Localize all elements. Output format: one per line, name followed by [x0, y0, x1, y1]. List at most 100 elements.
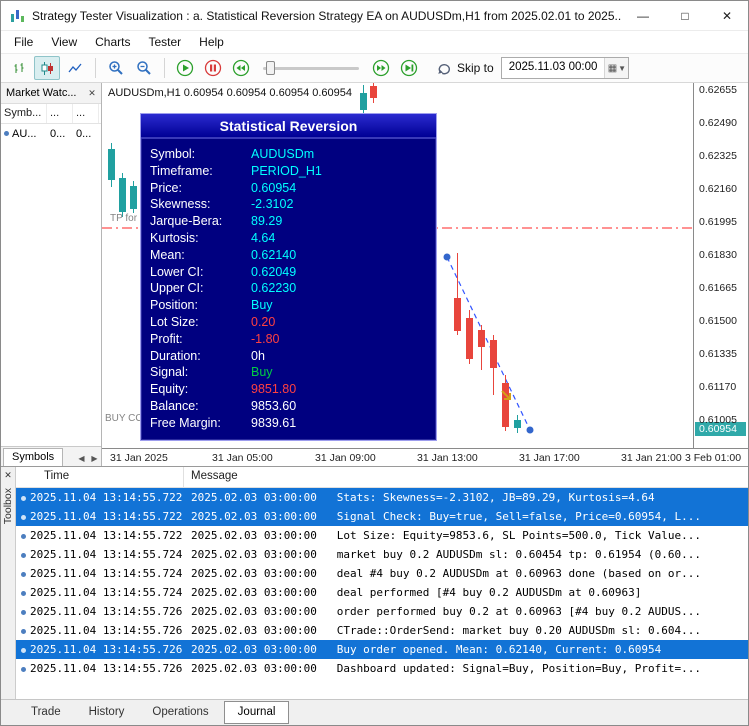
time-axis-label: 31 Jan 09:00 [315, 452, 376, 464]
skip-to-date-combo[interactable]: 2025.11.03 00:00 ▦ ▼ [500, 57, 630, 79]
toolbox-close-icon[interactable]: ✕ [4, 467, 12, 483]
journal-row-message: 2025.02.03 03:00:00 deal #4 buy 0.2 AUDU… [191, 567, 701, 580]
price-axis-label: 0.62325 [699, 150, 737, 162]
chart-line-button[interactable] [62, 56, 88, 80]
skip-to-date-value[interactable]: 2025.11.03 00:00 [502, 58, 605, 78]
time-axis-label: 31 Jan 13:00 [417, 452, 478, 464]
play-button[interactable] [172, 56, 198, 80]
market-watch-tab-arrows: ◀ ▶ [75, 454, 101, 466]
menu-tester[interactable]: Tester [139, 31, 190, 53]
date-dropdown-button[interactable]: ▦ ▼ [604, 58, 629, 78]
journal-row[interactable]: 2025.11.04 13:14:55.722 2025.02.03 03:00:… [16, 526, 748, 545]
dashboard-row-value: 0.62230 [251, 281, 297, 296]
tab-journal[interactable]: Journal [223, 701, 290, 724]
journal-row[interactable]: 2025.11.04 13:14:55.726 2025.02.03 03:00:… [16, 640, 748, 659]
app-icon [11, 9, 24, 22]
skip-arrow-icon [438, 64, 450, 75]
tab-history[interactable]: History [76, 702, 138, 723]
journal-row[interactable]: 2025.11.04 13:14:55.724 2025.02.03 03:00:… [16, 583, 748, 602]
dashboard-row-label: Position: [150, 298, 198, 313]
buy-line-label: BUY CO [105, 413, 144, 424]
tab-symbols[interactable]: Symbols [3, 448, 64, 466]
dashboard-row-label: Jarque-Bera: [150, 214, 223, 229]
journal-rows: 2025.11.04 13:14:55.722 2025.02.03 03:00:… [16, 488, 748, 678]
bars-chart-icon [14, 62, 23, 73]
time-axis-label: 31 Jan 17:00 [519, 452, 580, 464]
time-axis[interactable]: 31 Jan 2025 31 Jan 05:00 31 Jan 09:00 31 Ja… [102, 448, 748, 466]
close-button[interactable]: ✕ [706, 1, 748, 31]
play-icon [176, 59, 194, 77]
dashboard-row-value: Buy [251, 365, 273, 380]
tester-toolbar: Skip to 2025.11.03 00:00 ▦ ▼ [1, 53, 748, 83]
journal-row[interactable]: 2025.11.04 13:14:55.726 2025.02.03 03:00:… [16, 621, 748, 640]
dashboard-row: Duration: 0h [150, 349, 436, 366]
slower-button[interactable] [228, 56, 254, 80]
menu-view[interactable]: View [42, 31, 86, 53]
speed-slider[interactable] [263, 59, 359, 77]
calendar-icon: ▦ [607, 62, 618, 74]
dashboard-row-label: Price: [150, 180, 182, 195]
zoom-in-icon [109, 61, 123, 75]
chart-zone: AUDUSDm,H1 0.60954 0.60954 0.60954 0.609… [102, 83, 748, 466]
dashboard-row-label: Equity: [150, 382, 189, 397]
market-watch-column-2[interactable]: ... [73, 104, 99, 123]
tab-trade[interactable]: Trade [18, 702, 74, 723]
market-watch-column-0[interactable]: Symb... [1, 104, 47, 123]
faster-button[interactable] [368, 56, 394, 80]
menu-charts[interactable]: Charts [86, 31, 139, 53]
candle [514, 415, 521, 433]
journal-row-message: 2025.02.03 03:00:00 market buy 0.2 AUDUS… [191, 548, 701, 561]
maximize-button[interactable]: □ [664, 1, 706, 31]
candle [502, 375, 509, 431]
window-title: Strategy Tester Visualization : a. Stati… [32, 8, 622, 23]
market-watch-close-icon[interactable]: ✕ [85, 88, 99, 99]
deal-line [446, 256, 531, 431]
price-axis[interactable]: 0.60954 0.62655 0.62490 0.62325 0.62160 0.61… [694, 83, 748, 448]
statistics-dashboard: Statistical Reversion Symbol: AUDUSDm Time… [140, 113, 437, 441]
toolbox-label: Toolbox [2, 488, 14, 525]
toolbar-separator [95, 58, 96, 78]
zoom-out-button[interactable] [131, 56, 157, 80]
journal-row[interactable]: 2025.11.04 13:14:55.726 2025.02.03 03:00:… [16, 659, 748, 678]
candlestick-chart-icon [41, 61, 53, 75]
skip-forward-button[interactable] [396, 56, 422, 80]
journal-bullet-icon [16, 643, 30, 656]
menu-file[interactable]: File [5, 31, 42, 53]
journal-bullet-icon [16, 491, 30, 504]
dashboard-row-label: Upper CI: [150, 281, 204, 296]
zoom-in-button[interactable] [103, 56, 129, 80]
chart-bars-button[interactable] [6, 56, 32, 80]
journal-row-time: 2025.11.04 13:14:55.722 [30, 510, 183, 523]
rewind-icon [232, 59, 250, 77]
chart-plot[interactable]: AUDUSDm,H1 0.60954 0.60954 0.60954 0.609… [102, 83, 694, 448]
slider-thumb[interactable] [266, 61, 275, 75]
journal-bullet-icon [16, 662, 30, 675]
tab-operations[interactable]: Operations [139, 702, 221, 723]
scroll-right-icon[interactable]: ▶ [88, 454, 101, 463]
journal-row[interactable]: 2025.11.04 13:14:55.722 2025.02.03 03:00:… [16, 507, 748, 526]
fast-forward-icon [372, 59, 390, 77]
dropdown-icon: ▼ [618, 63, 627, 73]
dashboard-row-value: -2.3102 [251, 197, 294, 212]
scroll-left-icon[interactable]: ◀ [75, 454, 88, 463]
dashboard-row: Lower CI: 0.62049 [150, 265, 436, 282]
minimize-button[interactable]: — [622, 1, 664, 31]
journal-table: Time Message 2025.11.04 13:14:55.722 2025… [16, 467, 748, 699]
journal-header: Time Message [16, 467, 748, 488]
journal-row[interactable]: 2025.11.04 13:14:55.722 2025.02.03 03:00:… [16, 488, 748, 507]
price-axis-label: 0.61500 [699, 315, 737, 327]
market-watch-column-1[interactable]: ... [47, 104, 73, 123]
journal-row[interactable]: 2025.11.04 13:14:55.726 2025.02.03 03:00:… [16, 602, 748, 621]
chart-candles-button[interactable] [34, 56, 60, 80]
journal-row[interactable]: 2025.11.04 13:14:55.724 2025.02.03 03:00:… [16, 545, 748, 564]
symbol-cell: AU... [1, 128, 47, 140]
dashboard-row: Mean: 0.62140 [150, 248, 436, 265]
pause-button[interactable] [200, 56, 226, 80]
title-bar: Strategy Tester Visualization : a. Stati… [1, 1, 748, 31]
journal-row[interactable]: 2025.11.04 13:14:55.724 2025.02.03 03:00:… [16, 564, 748, 583]
dashboard-row: Kurtosis: 4.64 [150, 231, 436, 248]
menu-help[interactable]: Help [190, 31, 233, 53]
market-watch-row[interactable]: AU... 0... 0... [1, 124, 101, 143]
dashboard-row-value: -1.80 [251, 331, 280, 346]
journal-bullet-icon [16, 548, 30, 561]
